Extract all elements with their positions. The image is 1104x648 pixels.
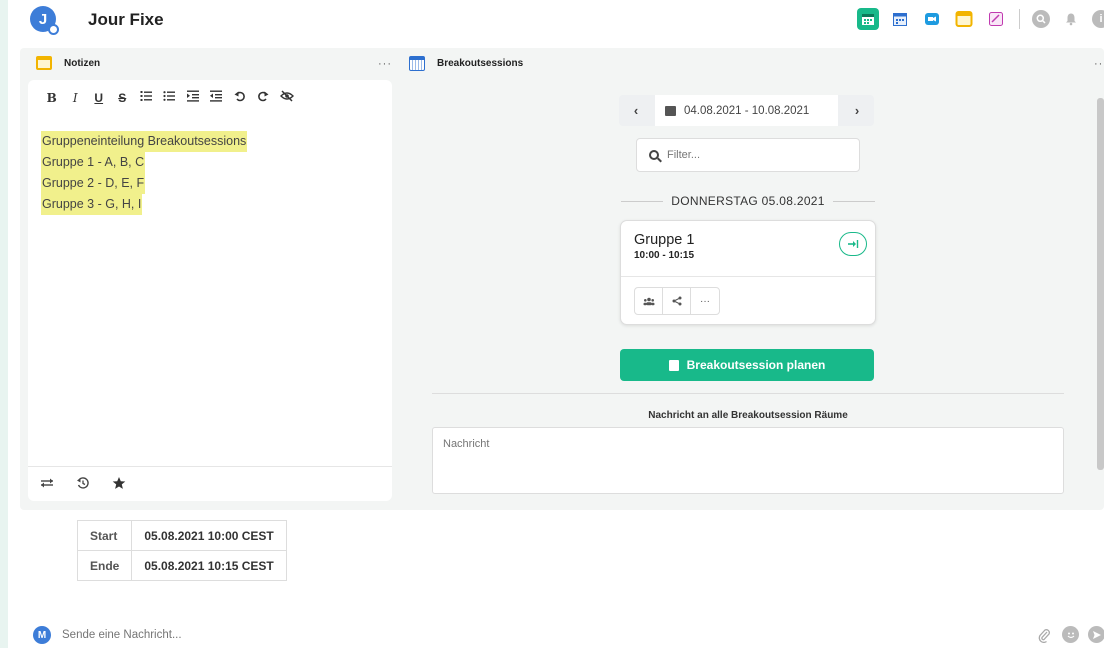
note-content[interactable]: Gruppeneinteilung Breakoutsessions Grupp… — [41, 131, 248, 215]
bell-icon[interactable] — [1060, 8, 1082, 30]
session-times-table: Start 05.08.2021 10:00 CEST Ende 05.08.2… — [76, 520, 287, 581]
bullet-list-icon[interactable] — [158, 90, 182, 106]
table-row: Ende 05.08.2021 10:15 CEST — [76, 550, 287, 581]
indent-icon[interactable] — [181, 90, 205, 106]
calendar-plus-icon — [668, 359, 679, 371]
notes-menu-button[interactable]: ··· — [378, 58, 392, 70]
join-session-button[interactable] — [839, 232, 867, 256]
attachment-icon[interactable] — [1035, 626, 1052, 643]
session-time: 10:00 - 10:15 — [634, 250, 695, 261]
share-icon[interactable] — [663, 288, 691, 314]
session-name: Gruppe 1 — [634, 232, 695, 248]
left-edge — [0, 0, 8, 648]
info-icon[interactable]: i — [1092, 10, 1104, 28]
separator-line — [621, 200, 664, 202]
header-toolbar: i — [857, 8, 1104, 30]
notes-header: Notizen — [36, 56, 100, 70]
table-row: Start 05.08.2021 10:00 CEST — [76, 520, 287, 551]
room-avatar-letter: J — [38, 10, 48, 28]
calendar-widget-icon[interactable] — [857, 8, 879, 30]
emoji-icon[interactable] — [1062, 626, 1079, 643]
swap-icon[interactable] — [40, 476, 54, 492]
room-header: J Jour Fixe i — [8, 0, 1104, 40]
notes-icon — [36, 56, 52, 70]
bold-button[interactable]: B — [40, 90, 64, 106]
notes-footer — [28, 466, 392, 501]
video-icon[interactable] — [921, 8, 943, 30]
session-card: Gruppe 1 10:00 - 10:15 ··· — [620, 220, 876, 325]
filter-input[interactable] — [667, 149, 847, 161]
scrollbar-thumb[interactable] — [1097, 98, 1104, 470]
search-icon — [649, 150, 659, 160]
date-range-picker[interactable]: 04.08.2021 - 10.08.2021 — [655, 95, 838, 126]
breakout-calendar-icon — [409, 56, 425, 71]
breakout-menu-button[interactable]: ··· — [1094, 58, 1104, 70]
notes-widget-icon[interactable] — [953, 8, 975, 30]
ordered-list-icon[interactable] — [134, 90, 158, 106]
note-line: Gruppe 1 - A, B, C — [41, 152, 247, 173]
hide-eye-icon[interactable] — [275, 90, 299, 106]
user-avatar[interactable]: M — [33, 626, 51, 644]
search-icon[interactable] — [1032, 10, 1050, 28]
avatar-status-icon — [48, 24, 59, 35]
separator-line — [832, 200, 876, 202]
strikethrough-button[interactable]: S — [111, 90, 135, 106]
whiteboard-icon[interactable] — [985, 8, 1007, 30]
room-avatar[interactable]: J — [30, 6, 59, 35]
next-week-button[interactable]: › — [840, 95, 874, 126]
message-textarea[interactable] — [432, 427, 1064, 494]
star-icon[interactable] — [112, 476, 126, 493]
note-line: Gruppeneinteilung Breakoutsessions — [41, 131, 248, 152]
calendar-icon — [665, 105, 676, 116]
end-value: 05.08.2021 10:15 CEST — [131, 550, 287, 581]
card-divider — [621, 276, 875, 277]
breakout-scrollbar[interactable] — [1097, 86, 1104, 496]
redo-icon[interactable] — [252, 90, 276, 106]
date-range: 04.08.2021 - 10.08.2021 — [684, 104, 810, 117]
notes-title: Notizen — [64, 57, 101, 69]
italic-button[interactable]: I — [64, 90, 88, 106]
end-label: Ende — [76, 550, 133, 581]
breakout-header: Breakoutsessions — [409, 56, 523, 71]
message-input[interactable] — [62, 626, 862, 644]
start-label: Start — [76, 520, 133, 551]
date-navigator: ‹ 04.08.2021 - 10.08.2021 › — [619, 95, 874, 126]
plan-breakout-button[interactable]: Breakoutsession planen — [620, 349, 874, 381]
room-title: Jour Fixe — [88, 10, 164, 29]
start-value: 05.08.2021 10:00 CEST — [131, 520, 287, 551]
notes-panel: B I U S Gruppeneinteilung Breakoutsessio… — [28, 80, 392, 501]
breakout-title: Breakoutsessions — [437, 58, 524, 69]
prev-week-button[interactable]: ‹ — [619, 95, 653, 126]
filter-field — [636, 138, 860, 172]
send-icon[interactable] — [1088, 626, 1104, 643]
day-separator: DONNERSTAG 05.08.2021 — [621, 194, 876, 208]
section-divider — [432, 393, 1064, 394]
message-composer: M — [0, 620, 1104, 648]
outdent-icon[interactable] — [205, 90, 229, 106]
undo-icon[interactable] — [228, 90, 252, 106]
day-label: DONNERSTAG 05.08.2021 — [671, 194, 825, 208]
editor-toolbar: B I U S — [40, 90, 299, 106]
history-icon[interactable] — [76, 476, 90, 493]
header-separator — [1019, 9, 1020, 29]
note-line: Gruppe 2 - D, E, F — [41, 173, 247, 194]
enter-icon — [848, 240, 859, 248]
breakout-calendar-icon[interactable] — [889, 8, 911, 30]
more-options-button[interactable]: ··· — [691, 288, 719, 314]
plan-breakout-label: Breakoutsession planen — [686, 358, 826, 372]
session-actions: ··· — [634, 287, 720, 315]
message-label: Nachricht an alle Breakoutsession Räume — [648, 410, 848, 421]
note-line: Gruppe 3 - G, H, I — [41, 194, 247, 215]
underline-button[interactable]: U — [87, 90, 111, 106]
participants-icon[interactable] — [635, 288, 663, 314]
